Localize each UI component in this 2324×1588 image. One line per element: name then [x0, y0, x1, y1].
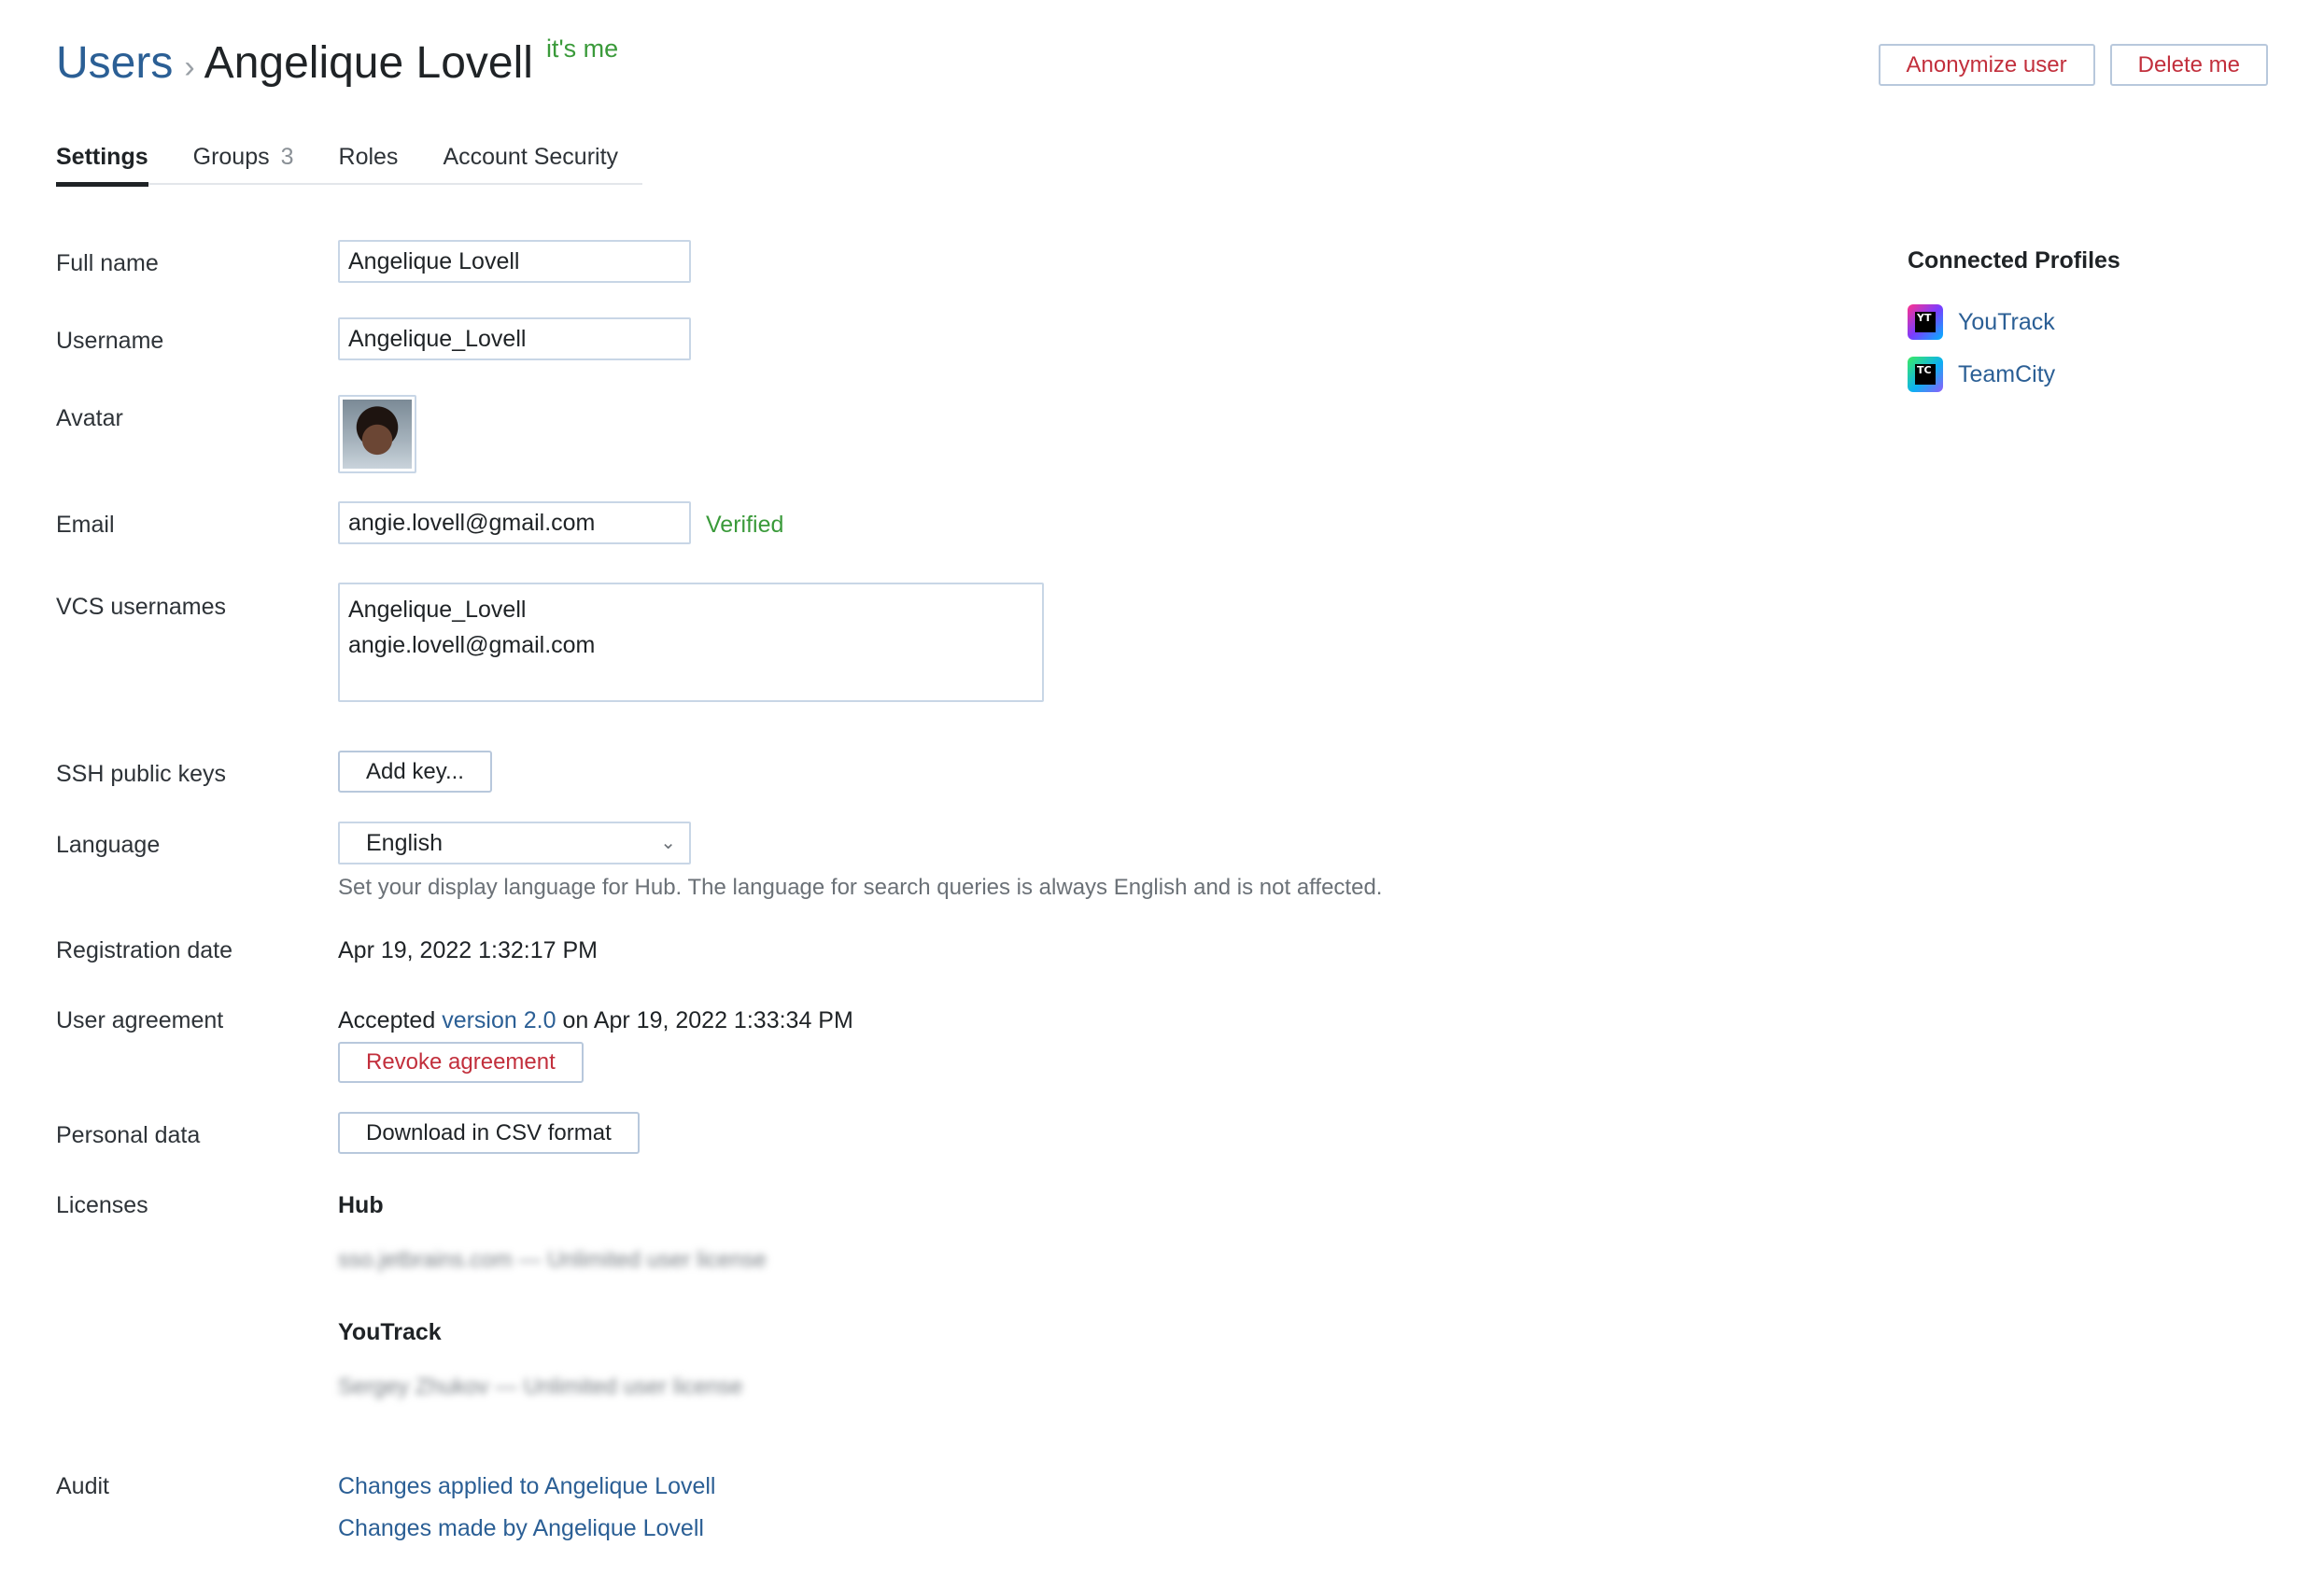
tab-settings[interactable]: Settings [56, 138, 148, 187]
profile-teamcity[interactable]: TC TeamCity [1908, 357, 2120, 392]
tab-account-security[interactable]: Account Security [443, 138, 618, 185]
registration-date-label: Registration date [56, 937, 233, 963]
language-hint: Set your display language for Hub. The l… [338, 875, 1383, 900]
page-title: Angelique Lovell [204, 38, 533, 88]
its-me-badge: it's me [545, 35, 619, 63]
username-field[interactable] [338, 317, 691, 360]
avatar[interactable] [338, 395, 416, 473]
agreement-prefix: Accepted [338, 1007, 436, 1033]
registration-date-value: Apr 19, 2022 1:32:17 PM [338, 937, 598, 963]
full-name-field[interactable] [338, 240, 691, 283]
license-youtrack-title: YouTrack [338, 1319, 442, 1345]
header-actions: Anonymize user Delete me [1878, 44, 2268, 86]
user-agreement-text: Accepted version 2.0 on Apr 19, 2022 1:3… [338, 1007, 853, 1034]
tab-label: Roles [338, 144, 399, 170]
tab-roles[interactable]: Roles [339, 138, 399, 185]
audit-changes-made-link[interactable]: Changes made by Angelique Lovell [338, 1515, 704, 1542]
language-selected-value: English [366, 830, 443, 856]
agreement-suffix: on Apr 19, 2022 1:33:34 PM [562, 1007, 853, 1033]
anonymize-user-button[interactable]: Anonymize user [1878, 44, 2095, 86]
youtrack-icon: YT [1908, 304, 1943, 340]
breadcrumb: Users › Angelique Lovell it's me [56, 35, 619, 89]
language-select[interactable]: English ⌄ [338, 822, 691, 864]
avatar-image [343, 400, 412, 469]
personal-data-label: Personal data [56, 1122, 201, 1148]
license-hub-detail: sso.jetbrains.com — Unlimited user licen… [338, 1247, 767, 1272]
revoke-agreement-button[interactable]: Revoke agreement [338, 1042, 584, 1083]
audit-label: Audit [56, 1473, 109, 1499]
connected-profiles: Connected Profiles YT YouTrack TC TeamCi… [1908, 247, 2120, 409]
avatar-label: Avatar [56, 405, 123, 431]
licenses-label: Licenses [56, 1192, 148, 1218]
tab-groups[interactable]: Groups 3 [193, 138, 294, 185]
tab-bar: Settings Groups 3 Roles Account Security [56, 138, 642, 187]
email-verified-status: Verified [706, 512, 784, 538]
teamcity-icon: TC [1908, 357, 1943, 392]
add-key-button[interactable]: Add key... [338, 751, 492, 793]
vcs-usernames-textarea[interactable]: Angelique_Lovell angie.lovell@gmail.com [338, 583, 1044, 702]
profile-youtrack-link[interactable]: YouTrack [1958, 309, 2055, 336]
audit-changes-applied-link[interactable]: Changes applied to Angelique Lovell [338, 1473, 715, 1500]
breadcrumb-separator-icon: › [184, 49, 195, 85]
tab-label: Settings [56, 144, 148, 170]
email-field[interactable] [338, 501, 691, 544]
breadcrumb-users-link[interactable]: Users [56, 37, 173, 89]
vcs-usernames-label: VCS usernames [56, 594, 227, 620]
username-label: Username [56, 328, 164, 354]
tab-groups-count: 3 [280, 144, 294, 170]
license-hub-title: Hub [338, 1192, 384, 1218]
language-label: Language [56, 832, 161, 858]
chevron-down-icon: ⌄ [660, 833, 676, 853]
delete-me-button[interactable]: Delete me [2109, 44, 2268, 86]
profile-teamcity-link[interactable]: TeamCity [1958, 361, 2055, 388]
tab-label: Groups [192, 144, 270, 170]
profile-youtrack[interactable]: YT YouTrack [1908, 304, 2120, 340]
ssh-keys-label: SSH public keys [56, 761, 227, 787]
email-label: Email [56, 512, 115, 538]
user-agreement-label: User agreement [56, 1007, 224, 1033]
connected-profiles-title: Connected Profiles [1908, 247, 2120, 274]
tab-label: Account Security [443, 144, 619, 170]
download-csv-button[interactable]: Download in CSV format [338, 1112, 640, 1154]
license-youtrack-detail: Sergey Zhukov — Unlimited user license [338, 1374, 743, 1399]
agreement-version-link[interactable]: version 2.0 [442, 1007, 556, 1033]
full-name-label: Full name [56, 250, 159, 276]
